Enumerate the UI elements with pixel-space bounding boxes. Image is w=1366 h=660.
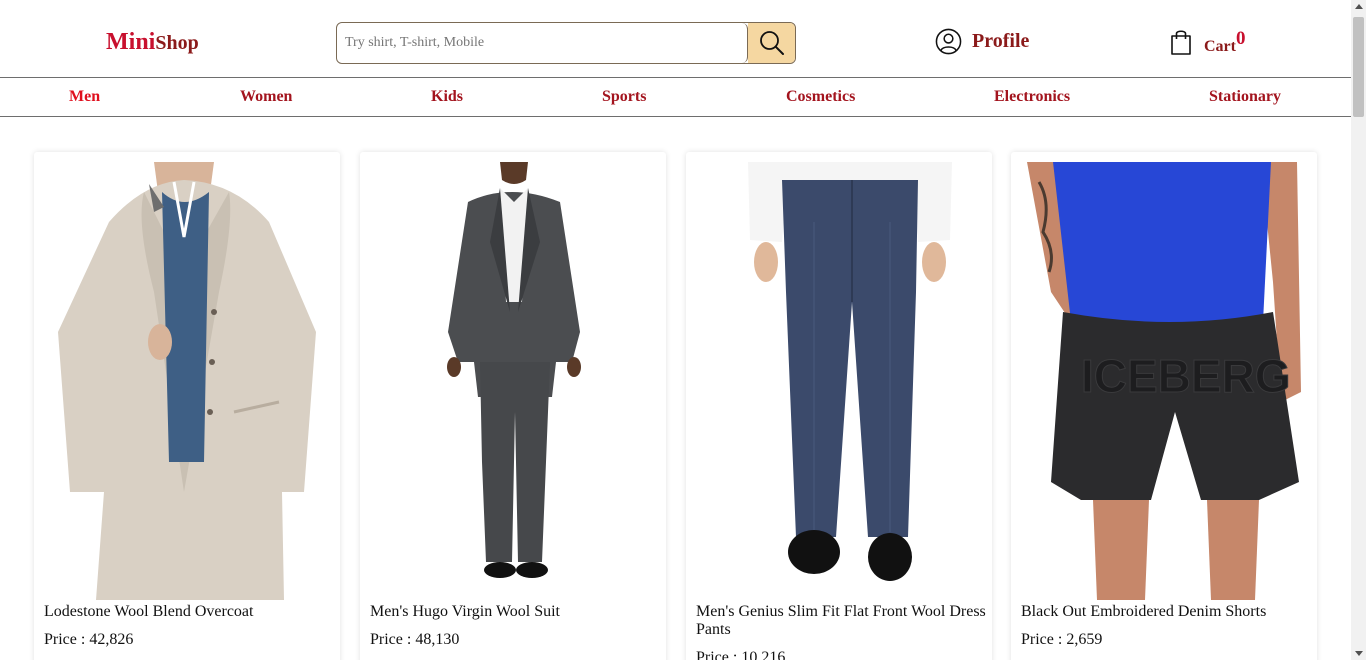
product-name[interactable]: Men's Genius Slim Fit Flat Front Wool Dr… [696,603,986,639]
product-price: Price : 42,826 [44,631,134,648]
nav-item-men[interactable]: Men [69,88,100,106]
product-image[interactable]: ICEBERG [1011,162,1317,600]
product-image[interactable] [360,162,666,600]
scroll-down-icon[interactable] [1355,651,1363,656]
nav-item-cosmetics[interactable]: Cosmetics [786,88,855,106]
logo-mini: Mini [106,29,156,55]
scroll-up-icon[interactable] [1355,4,1363,9]
product-price: Price : 10,216 [696,649,786,660]
site-header: MiniShop Profile Cart0 [0,0,1351,78]
cart-link[interactable]: Cart 0 [1170,26,1245,56]
shopping-bag-icon [1171,30,1191,55]
nav-item-sports[interactable]: Sports [602,88,646,106]
nav-item-electronics[interactable]: Electronics [994,88,1070,106]
profile-label: Profile [972,29,1030,52]
cart-count-badge: 0 [1235,28,1246,49]
search-bar [336,22,796,64]
nav-item-kids[interactable]: Kids [431,88,463,106]
product-name[interactable]: Black Out Embroidered Denim Shorts [1021,603,1311,621]
product-card[interactable]: Men's Genius Slim Fit Flat Front Wool Dr… [686,152,992,660]
profile-link[interactable]: Profile [935,27,1029,55]
product-image[interactable] [34,162,340,600]
user-circle-icon [935,28,962,54]
product-name[interactable]: Lodestone Wool Blend Overcoat [44,603,334,621]
logo[interactable]: MiniShop [106,28,199,57]
product-card[interactable]: Lodestone Wool Blend Overcoat Price : 42… [34,152,340,660]
nav-item-stationary[interactable]: Stationary [1209,88,1281,106]
cart-label: Cart [1204,38,1236,55]
search-input[interactable] [337,23,748,63]
logo-shop: Shop [155,32,199,54]
search-icon [759,31,784,55]
product-card[interactable]: ICEBERG Black Out Embroidered Denim Shor… [1011,152,1317,660]
svg-text:ICEBERG: ICEBERG [1081,350,1291,402]
search-button[interactable] [748,23,795,63]
product-price: Price : 48,130 [370,631,460,648]
product-image[interactable] [686,162,992,600]
nav-item-women[interactable]: Women [240,88,292,106]
category-nav: Men Women Kids Sports Cosmetics Electron… [0,78,1351,117]
product-price: Price : 2,659 [1021,631,1103,648]
page-scrollbar[interactable] [1351,0,1366,660]
product-name[interactable]: Men's Hugo Virgin Wool Suit [370,603,660,621]
scrollbar-thumb[interactable] [1353,17,1364,117]
product-card[interactable]: Men's Hugo Virgin Wool Suit Price : 48,1… [360,152,666,660]
